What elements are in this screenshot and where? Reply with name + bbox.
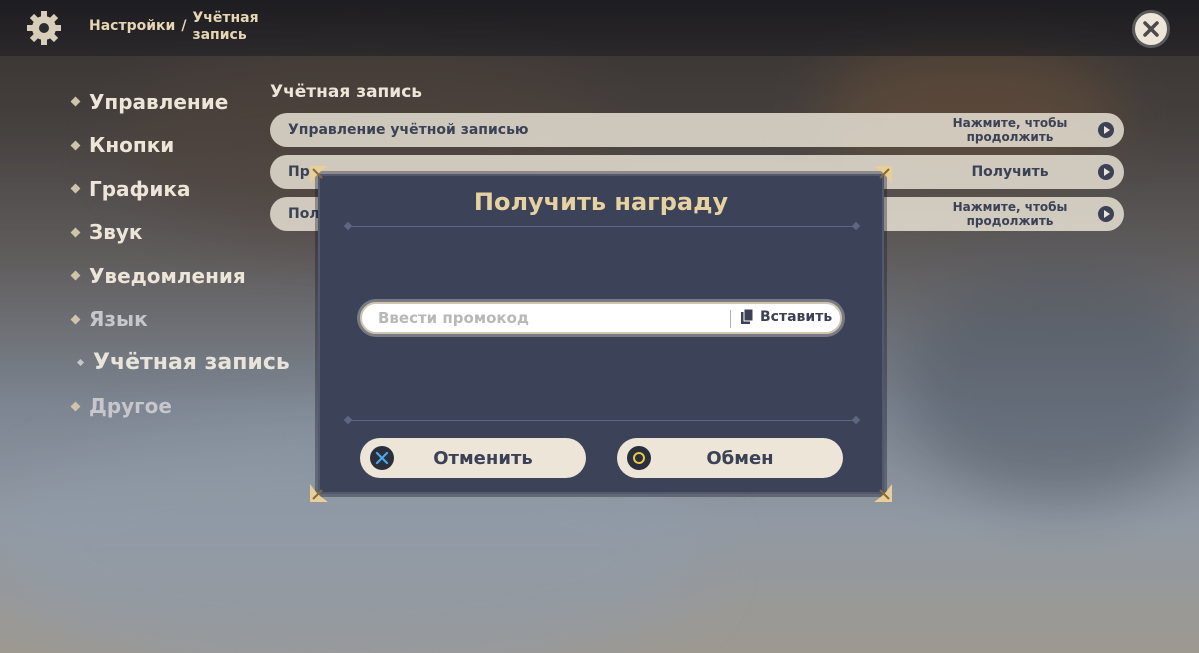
- redeem-reward-dialog: Получить награду Вставить Отменить Обмен: [310, 166, 892, 502]
- bullet-icon: [70, 227, 81, 238]
- sidebar-item-account[interactable]: Учётная запись: [72, 341, 290, 385]
- cancel-button[interactable]: Отменить: [360, 438, 586, 478]
- paste-label: Вставить: [760, 309, 833, 325]
- arrow-right-icon: [1098, 122, 1114, 138]
- breadcrumb-current: Учётная запись: [192, 10, 259, 43]
- promo-code-field: Вставить: [360, 302, 842, 334]
- divider: [348, 420, 856, 421]
- paste-button[interactable]: Вставить: [740, 309, 832, 325]
- dialog-title: Получить награду: [473, 188, 729, 216]
- settings-sidebar: Управление Кнопки Графика Звук Уведомлен…: [70, 80, 290, 429]
- row-action: Нажмите, чтобы продолжить: [952, 200, 1068, 228]
- close-icon: [1143, 21, 1159, 37]
- corner-ornament-icon: [310, 484, 328, 502]
- close-button[interactable]: [1132, 10, 1170, 48]
- corner-ornament-icon: [874, 166, 892, 184]
- sidebar-item-language[interactable]: Язык: [70, 298, 290, 342]
- sidebar-item-label: Учётная запись: [93, 350, 290, 376]
- arrow-right-icon: [1098, 164, 1114, 180]
- row-label: Пр: [288, 164, 310, 180]
- bullet-icon: [76, 359, 85, 367]
- sidebar-item-label: Графика: [89, 176, 191, 201]
- breadcrumb-separator: /: [181, 18, 187, 34]
- bullet-icon: [70, 140, 81, 151]
- arrow-right-icon: [1098, 206, 1114, 222]
- section-title: Учётная запись: [270, 82, 423, 102]
- bullet-icon: [70, 270, 81, 281]
- sidebar-item-sound[interactable]: Звук: [70, 211, 290, 255]
- corner-ornament-icon: [874, 484, 892, 502]
- bullet-icon: [70, 401, 81, 412]
- bullet-icon: [70, 314, 81, 325]
- sidebar-item-label: Уведомления: [89, 263, 246, 288]
- gear-icon: [27, 11, 61, 45]
- sidebar-item-buttons[interactable]: Кнопки: [70, 124, 290, 168]
- clipboard-icon: [741, 309, 754, 324]
- corner-ornament-icon: [310, 166, 328, 184]
- sidebar-item-other[interactable]: Другое: [70, 385, 290, 429]
- row-label: Пол: [288, 206, 320, 222]
- cancel-label: Отменить: [433, 447, 533, 469]
- bullet-icon: [70, 183, 81, 194]
- sidebar-item-notifications[interactable]: Уведомления: [70, 254, 290, 298]
- breadcrumb-root[interactable]: Настройки: [89, 10, 175, 44]
- top-bar: Настройки / Учётная запись: [0, 0, 1199, 56]
- sidebar-item-label: Язык: [89, 307, 148, 332]
- sidebar-item-controls[interactable]: Управление: [70, 80, 290, 124]
- sidebar-item-label: Кнопки: [89, 133, 175, 158]
- sidebar-item-label: Управление: [89, 89, 229, 114]
- sidebar-item-graphics[interactable]: Графика: [70, 167, 290, 211]
- divider: [348, 226, 856, 227]
- breadcrumb: Настройки / Учётная запись: [89, 10, 262, 44]
- field-separator: [730, 310, 731, 328]
- account-row-manage[interactable]: Управление учётной записью Нажмите, чтоб…: [270, 113, 1124, 147]
- bullet-icon: [70, 96, 81, 107]
- row-label: Управление учётной записью: [288, 122, 529, 138]
- exchange-label: Обмен: [706, 447, 774, 469]
- promo-code-input[interactable]: [362, 309, 722, 327]
- exchange-button[interactable]: Обмен: [617, 438, 843, 478]
- sidebar-item-label: Звук: [89, 220, 143, 245]
- sidebar-item-label: Другое: [89, 394, 172, 419]
- row-action: Нажмите, чтобы продолжить: [952, 116, 1068, 144]
- row-action: Получить: [971, 164, 1049, 180]
